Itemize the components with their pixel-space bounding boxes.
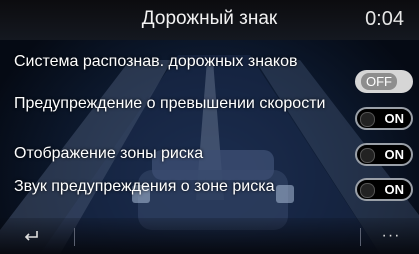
setting-row-risk-zone-sound[interactable]: Звук предупреждения о зоне риска ON: [0, 176, 419, 206]
setting-row-speed-warning[interactable]: Предупреждение о превышении скорости ON: [0, 96, 419, 132]
setting-row-risk-zone-display[interactable]: Отображение зоны риска ON: [0, 143, 419, 173]
toggle-state: ON: [384, 182, 405, 197]
toggle-state: ON: [384, 111, 405, 126]
clock: 0:04: [365, 8, 404, 30]
setting-label: Звук предупреждения о зоне риска: [14, 178, 275, 195]
risk-zone-sound-toggle[interactable]: ON: [355, 178, 413, 201]
setting-label: Предупреждение о превышении скорости: [14, 95, 326, 112]
header-bar: Дорожный знак 0:04: [0, 0, 419, 40]
back-button[interactable]: [6, 218, 56, 254]
speed-warning-toggle[interactable]: ON: [355, 107, 413, 130]
setting-row-sign-recognition[interactable]: Система распознав. дорожных знаков OFF: [0, 44, 419, 93]
bottom-bar: ···: [0, 218, 419, 254]
divider: [360, 228, 361, 246]
setting-label: Система распознав. дорожных знаков: [14, 53, 298, 70]
sign-recognition-toggle[interactable]: OFF: [355, 70, 413, 93]
toggle-knob: [360, 183, 375, 198]
toggle-knob: [360, 112, 375, 127]
more-options-button[interactable]: ···: [363, 218, 419, 254]
toggle-state: OFF: [361, 73, 397, 90]
setting-label: Отображение зоны риска: [14, 145, 204, 162]
divider: [74, 228, 75, 246]
back-arrow-icon: [24, 231, 38, 241]
toggle-knob: [360, 148, 375, 163]
toggle-state: ON: [384, 147, 405, 162]
page-title: Дорожный знак: [141, 8, 278, 29]
risk-zone-display-toggle[interactable]: ON: [355, 143, 413, 166]
traffic-sign-settings-screen: Дорожный знак 0:04 Система распознав. до…: [0, 0, 419, 254]
